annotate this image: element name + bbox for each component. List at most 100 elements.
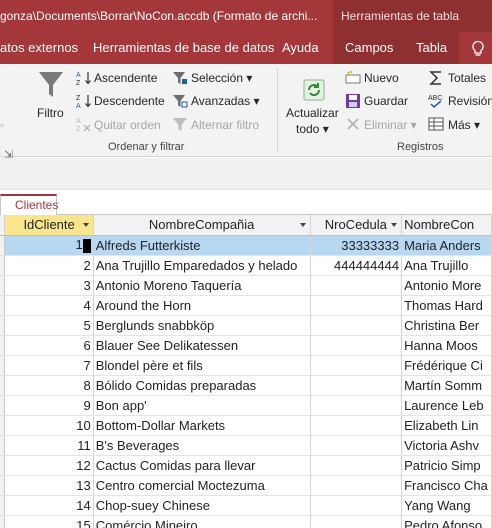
cell-nombrecompania[interactable]: Ana Trujillo Emparedados y helado (93, 255, 311, 276)
cell-nrocedula[interactable]: 444444444 (310, 255, 403, 276)
tab-database-tools[interactable]: Herramientas de base de datos (93, 32, 274, 64)
new-button[interactable]: Nuevo (364, 71, 399, 85)
more-button[interactable]: Más ▾ (448, 118, 480, 132)
column-header-nrocedula[interactable]: NroCedula (310, 215, 403, 236)
table-row[interactable]: 9 Bon app' Laurence Leb (0, 395, 492, 416)
filter-button[interactable]: Filtro (37, 106, 64, 120)
totals-button[interactable]: Totales (448, 71, 486, 85)
cell-nrocedula[interactable] (310, 295, 403, 316)
cell-nombrecontacto[interactable]: Patricio Simp (401, 455, 492, 476)
table-row[interactable]: 3 Antonio Moreno Taquería Antonio More (0, 275, 492, 296)
cell-nrocedula[interactable] (310, 315, 403, 336)
sort-descending-button[interactable]: Descendente (94, 94, 165, 108)
cell-idcliente[interactable]: 9 (4, 395, 94, 416)
table-row[interactable]: 15 Comércio Mineiro Pedro Afonso (0, 515, 492, 528)
lightbulb-icon[interactable] (470, 40, 486, 58)
cell-idcliente[interactable]: 6 (4, 335, 94, 356)
refresh-all-button[interactable]: Actualizar (286, 106, 339, 120)
cell-idcliente[interactable]: 13 (4, 475, 94, 496)
delete-button[interactable]: Eliminar ▾ (364, 118, 417, 132)
spelling-button[interactable]: Revisión (448, 94, 492, 108)
cell-idcliente[interactable]: 5 (4, 315, 94, 336)
cell-idcliente[interactable]: 8 (4, 375, 94, 396)
cell-idcliente[interactable]: 12 (4, 455, 94, 476)
cell-nrocedula[interactable] (310, 335, 403, 356)
cell-nombrecontacto[interactable]: Antonio More (401, 275, 492, 296)
table-row[interactable]: 7 Blondel père et fils Frédérique Ci (0, 355, 492, 376)
cell-nombrecompania[interactable]: Bottom-Dollar Markets (93, 415, 311, 436)
cell-nombrecontacto[interactable]: Pedro Afonso (401, 515, 492, 528)
cell-nrocedula[interactable] (310, 435, 403, 456)
table-row[interactable]: 12 Cactus Comidas para llevar Patricio Sim… (0, 455, 492, 476)
cell-nrocedula[interactable] (310, 375, 403, 396)
column-header-nombrecompania[interactable]: NombreCompañia (93, 215, 311, 236)
cell-nrocedula[interactable] (310, 455, 403, 476)
cell-idcliente[interactable]: 10 (4, 415, 94, 436)
table-row[interactable]: 8 Bólido Comidas preparadas Martín Somm (0, 375, 492, 396)
cell-nombrecompania[interactable]: Bólido Comidas preparadas (93, 375, 311, 396)
column-header-idcliente[interactable]: IdCliente (4, 215, 94, 236)
cell-nombrecompania[interactable]: Chop-suey Chinese (93, 495, 311, 516)
cell-idcliente[interactable]: 3 (4, 275, 94, 296)
table-row[interactable]: 2 Ana Trujillo Emparedados y helado 444444… (0, 255, 492, 276)
column-header-nombrecontacto[interactable]: NombreCon (401, 215, 492, 236)
cell-nombrecompania[interactable]: Alfreds Futterkiste (93, 235, 311, 256)
cell-idcliente[interactable]: 1 (4, 235, 94, 256)
cell-nrocedula[interactable] (310, 515, 403, 528)
cell-nombrecontacto[interactable]: Laurence Leb (401, 395, 492, 416)
cell-nombrecontacto[interactable]: Frédérique Ci (401, 355, 492, 376)
table-row[interactable]: 13 Centro comercial Moctezuma Francisco Ch… (0, 475, 492, 496)
cell-idcliente[interactable]: 4 (4, 295, 94, 316)
cell-nrocedula[interactable] (310, 355, 403, 376)
toggle-filter-button[interactable]: Alternar filtro (191, 118, 259, 132)
cell-nrocedula[interactable] (310, 275, 403, 296)
cell-idcliente[interactable]: 15 (4, 515, 94, 528)
cell-nombrecompania[interactable]: Blondel père et fils (93, 355, 311, 376)
advanced-button[interactable]: Avanzadas ▾ (191, 94, 260, 108)
cell-idcliente[interactable]: 7 (4, 355, 94, 376)
cell-idcliente[interactable]: 14 (4, 495, 94, 516)
cell-nombrecompania[interactable]: Cactus Comidas para llevar (93, 455, 311, 476)
cell-nombrecompania[interactable]: Comércio Mineiro (93, 515, 311, 528)
cell-nombrecompania[interactable]: Berglunds snabbköp (93, 315, 311, 336)
cell-nombrecompania[interactable]: Antonio Moreno Taquería (93, 275, 311, 296)
cell-nrocedula[interactable] (310, 475, 403, 496)
cell-nombrecontacto[interactable]: Elizabeth Lin (401, 415, 492, 436)
selection-button[interactable]: Selección ▾ (191, 71, 252, 85)
cell-nrocedula[interactable]: 33333333 (310, 235, 403, 256)
cell-nombrecontacto[interactable]: Martín Somm (401, 375, 492, 396)
cell-nombrecompania[interactable]: Centro comercial Moctezuma (93, 475, 311, 496)
cell-nombrecompania[interactable]: Blauer See Delikatessen (93, 335, 311, 356)
tab-table[interactable]: Tabla (404, 32, 460, 64)
cell-nrocedula[interactable] (310, 495, 403, 516)
cell-idcliente[interactable]: 11 (4, 435, 94, 456)
table-row[interactable]: 5 Berglunds snabbköp Christina Ber (0, 315, 492, 336)
sort-ascending-button[interactable]: Ascendente (94, 71, 157, 85)
table-row[interactable]: 1 Alfreds Futterkiste 33333333 Maria Anders (0, 235, 492, 256)
cell-nombrecontacto[interactable]: Ana Trujillo (401, 255, 492, 276)
cell-nombrecompania[interactable]: Around the Horn (93, 295, 311, 316)
cell-nombrecontacto[interactable]: Maria Anders (401, 235, 492, 256)
table-row[interactable]: 11 B's Beverages Victoria Ashv (0, 435, 492, 456)
save-button[interactable]: Guardar (364, 94, 408, 108)
collapse-arrow-icon[interactable]: ⇲ (4, 148, 13, 161)
tab-clientes[interactable]: Clientes (0, 194, 58, 215)
cell-nombrecontacto[interactable]: Francisco Cha (401, 475, 492, 496)
table-row[interactable]: 4 Around the Horn Thomas Hard (0, 295, 492, 316)
cell-idcliente[interactable]: 2 (4, 255, 94, 276)
cell-nrocedula[interactable] (310, 415, 403, 436)
cell-nombrecontacto[interactable]: Victoria Ashv (401, 435, 492, 456)
table-row[interactable]: 14 Chop-suey Chinese Yang Wang (0, 495, 492, 516)
cell-nombrecontacto[interactable]: Hanna Moos (401, 335, 492, 356)
cell-nrocedula[interactable] (310, 395, 403, 416)
tab-help[interactable]: Ayuda (282, 32, 319, 64)
cell-nombrecontacto[interactable]: Thomas Hard (401, 295, 492, 316)
cell-nombrecontacto[interactable]: Christina Ber (401, 315, 492, 336)
cell-nombrecontacto[interactable]: Yang Wang (401, 495, 492, 516)
cell-nombrecompania[interactable]: Bon app' (93, 395, 311, 416)
remove-sort-button[interactable]: Quitar orden (94, 118, 161, 132)
tab-external-data[interactable]: atos externos (0, 32, 82, 64)
tab-fields[interactable]: Campos (333, 32, 406, 64)
cell-nombrecompania[interactable]: B's Beverages (93, 435, 311, 456)
table-row[interactable]: 6 Blauer See Delikatessen Hanna Moos (0, 335, 492, 356)
